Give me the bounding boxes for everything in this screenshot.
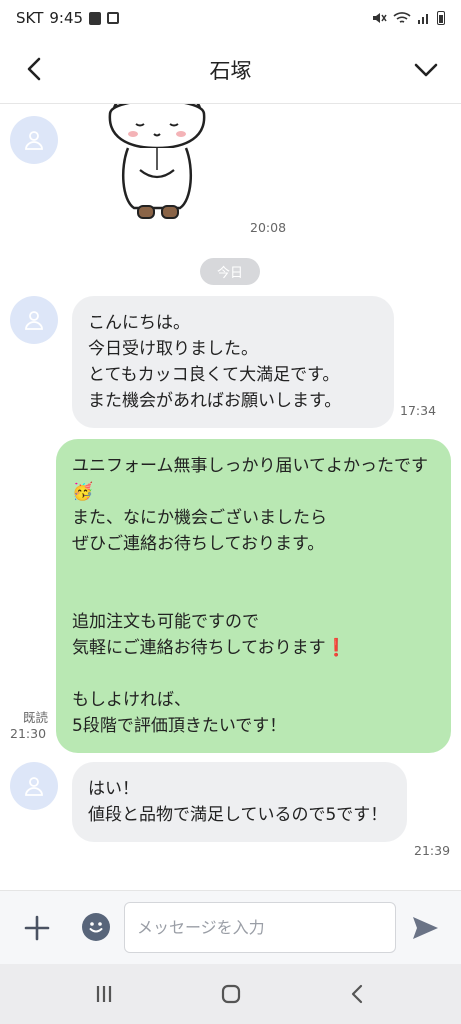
emoji-icon[interactable]: [82, 913, 110, 941]
message-input-bar: [0, 890, 461, 964]
bear-sticker[interactable]: [100, 104, 215, 222]
message-time: 20:08: [250, 220, 287, 235]
signal-icon: [418, 14, 428, 24]
user-icon: [25, 311, 43, 330]
back-icon: [351, 984, 362, 1004]
send-icon[interactable]: [408, 911, 442, 945]
smile-icon: [89, 922, 103, 933]
message-time: 21:39: [414, 843, 451, 858]
message-time: 21:30: [10, 726, 47, 741]
status-bar: SKT 9:45: [0, 0, 461, 36]
notification-icon: [107, 12, 120, 24]
notification-icon: [89, 11, 102, 25]
chat-title: 石塚: [209, 58, 252, 83]
wifi-icon: [393, 12, 411, 23]
message-bubble-outgoing[interactable]: ユニフォーム無事しっかり届いてよかったです🥳 また、なにか機会ございましたら ぜ…: [56, 439, 451, 753]
message-time: 17:34: [400, 403, 437, 418]
chat-area[interactable]: 20:08 今日 こんにちは。 今日受け取りました。 とてもカッコ良くて大満足で…: [0, 104, 461, 890]
mute-icon: [373, 13, 387, 23]
user-icon: [25, 131, 43, 150]
user-icon: [25, 777, 43, 796]
message-bubble-incoming[interactable]: はい！ 値段と品物で満足しているので5です！: [72, 762, 407, 842]
chevron-down-icon[interactable]: [409, 52, 443, 86]
back-button[interactable]: [338, 974, 378, 1014]
carrier-label: SKT: [16, 9, 44, 27]
home-icon: [221, 984, 240, 1004]
chevron-left-icon[interactable]: [18, 52, 52, 86]
recents-button[interactable]: [84, 974, 124, 1014]
status-time: 9:45: [49, 9, 84, 27]
date-chip: 今日: [200, 258, 260, 285]
plus-icon[interactable]: [20, 911, 54, 945]
recents-icon: [96, 986, 111, 1002]
home-button[interactable]: [211, 974, 251, 1014]
avatar[interactable]: [10, 762, 58, 810]
avatar[interactable]: [10, 296, 58, 344]
message-input[interactable]: [124, 902, 396, 953]
battery-icon: [437, 11, 445, 25]
chat-header: 石塚: [0, 36, 461, 104]
read-receipt: 既読: [22, 710, 48, 725]
message-bubble-incoming[interactable]: こんにちは。 今日受け取りました。 とてもカッコ良くて大満足です。 また機会があ…: [72, 296, 394, 428]
system-nav-bar: [0, 964, 461, 1024]
avatar[interactable]: [10, 116, 58, 164]
